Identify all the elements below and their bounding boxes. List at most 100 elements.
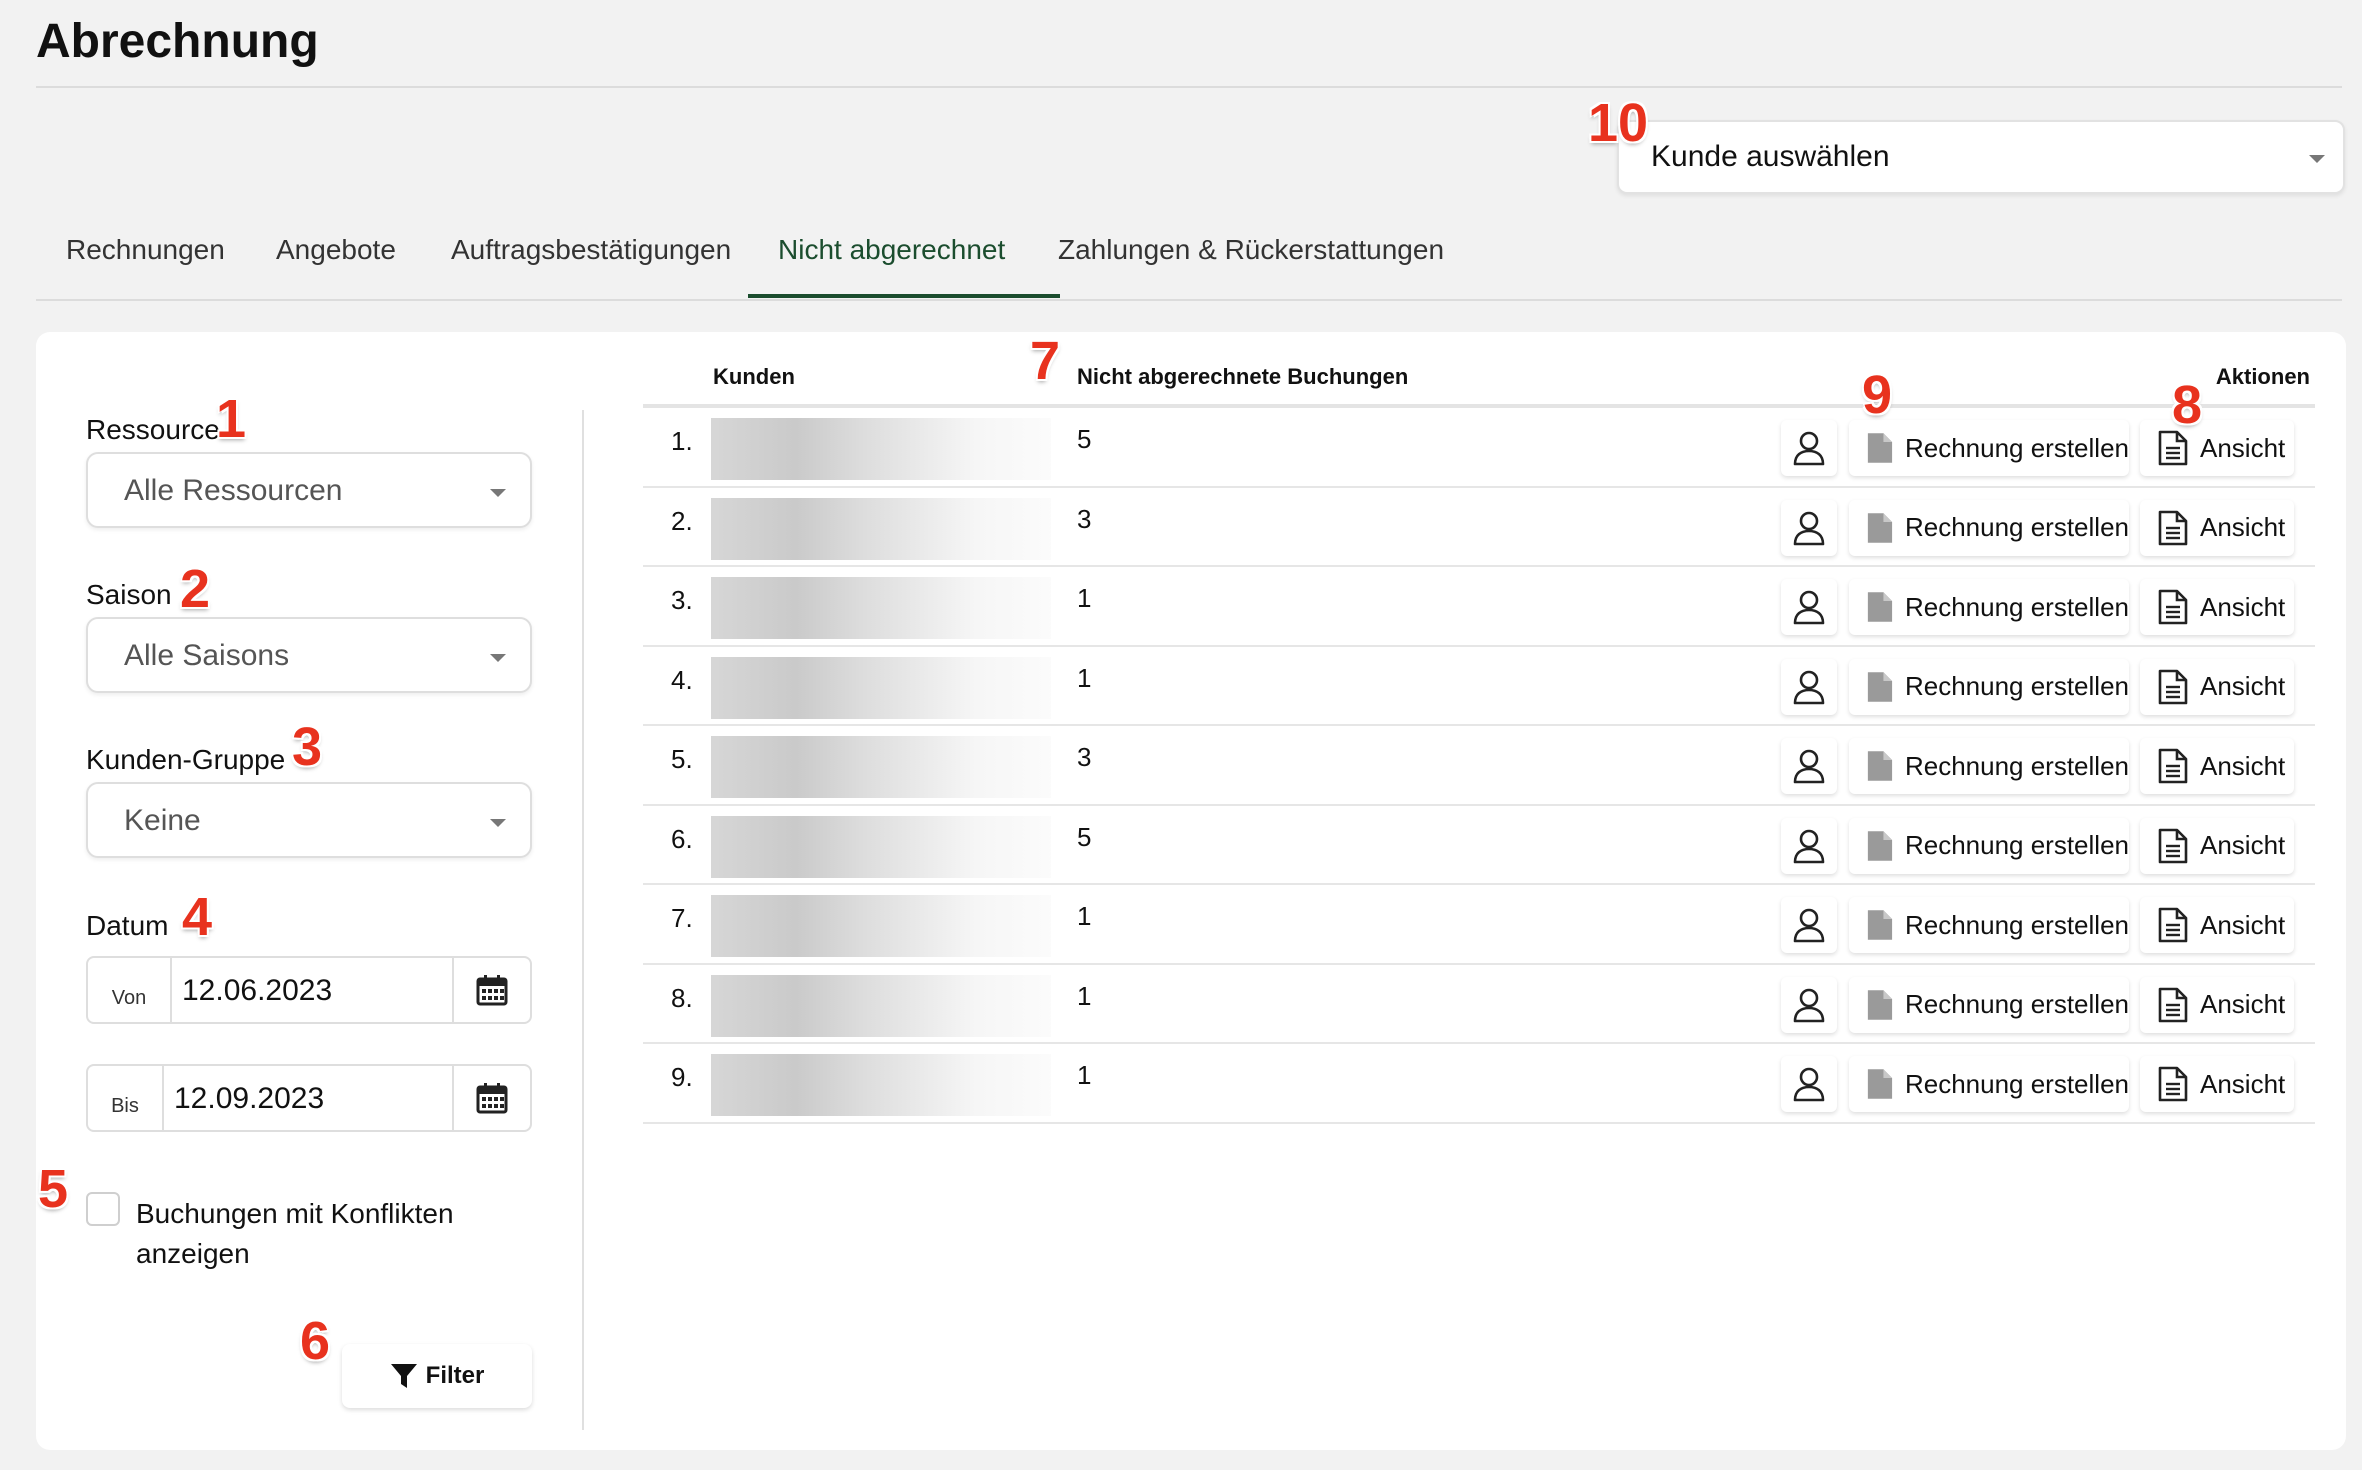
annotation-marker-8: 8 xyxy=(2172,375,2203,435)
customer-profile-button[interactable] xyxy=(1781,1056,1837,1112)
create-invoice-button[interactable]: Rechnung erstellen xyxy=(1849,817,2129,874)
customer-name-redacted xyxy=(711,656,1051,719)
filter-panel-divider xyxy=(582,410,584,1430)
annotation-marker-10: 10 xyxy=(1588,93,1649,153)
create-invoice-label: Rechnung erstellen xyxy=(1904,432,2129,463)
unbilled-count: 1 xyxy=(1077,1060,1092,1090)
resource-select-value: Alle Ressourcen xyxy=(124,474,343,507)
customer-profile-button[interactable] xyxy=(1781,976,1837,1033)
customer-profile-button[interactable] xyxy=(1781,499,1837,556)
view-button[interactable]: Ansicht xyxy=(2140,817,2294,874)
annotation-marker-1: 1 xyxy=(216,389,247,449)
annotation-marker-5: 5 xyxy=(38,1159,69,1219)
row-number: 4. xyxy=(671,664,693,695)
date-from-input[interactable]: 12.06.2023 xyxy=(182,974,332,1008)
document-filled-icon xyxy=(1867,751,1893,781)
table-row: 6. 5 Rechnung erstellen Ansicht xyxy=(643,806,2315,885)
season-select[interactable]: Alle Saisons xyxy=(86,617,532,693)
create-invoice-button[interactable]: Rechnung erstellen xyxy=(1849,1056,2129,1112)
tab-nicht-abgerechnet[interactable]: Nicht abgerechnet xyxy=(778,234,1005,266)
view-button[interactable]: Ansicht xyxy=(2140,1056,2294,1112)
date-to-group: Bis 12.09.2023 xyxy=(86,1064,532,1132)
table-row: 3. 1 Rechnung erstellen Ansicht xyxy=(643,567,2315,647)
view-button[interactable]: Ansicht xyxy=(2140,499,2294,556)
customer-profile-button[interactable] xyxy=(1781,738,1837,794)
view-button[interactable]: Ansicht xyxy=(2140,420,2294,476)
document-lines-icon xyxy=(2158,828,2188,863)
document-filled-icon xyxy=(1867,910,1893,940)
document-filled-icon xyxy=(1867,512,1893,543)
calendar-icon[interactable] xyxy=(452,958,530,1022)
document-filled-icon xyxy=(1867,671,1893,702)
unbilled-count: 1 xyxy=(1077,980,1092,1011)
create-invoice-button[interactable]: Rechnung erstellen xyxy=(1849,579,2129,635)
conflicts-checkbox[interactable] xyxy=(86,1192,120,1226)
view-label: Ansicht xyxy=(2200,671,2286,701)
customer-group-select-value: Keine xyxy=(124,804,201,837)
season-select-value: Alle Saisons xyxy=(124,639,290,672)
tab-auftragsbestaetigungen[interactable]: Auftragsbestätigungen xyxy=(451,234,731,266)
view-button[interactable]: Ansicht xyxy=(2140,738,2294,794)
resource-label: Ressource xyxy=(86,414,220,445)
caret-down-icon xyxy=(490,489,506,497)
document-filled-icon xyxy=(1867,1069,1893,1099)
create-invoice-button[interactable]: Rechnung erstellen xyxy=(1849,420,2129,476)
filter-button[interactable]: Filter xyxy=(342,1344,532,1408)
calendar-icon[interactable] xyxy=(452,1066,530,1130)
create-invoice-button[interactable]: Rechnung erstellen xyxy=(1849,976,2129,1033)
create-invoice-label: Rechnung erstellen xyxy=(1904,909,2129,940)
table-row: 2. 3 Rechnung erstellen Ansicht xyxy=(643,488,2315,567)
row-number: 5. xyxy=(671,744,693,774)
unbilled-count: 1 xyxy=(1077,662,1092,693)
document-lines-icon xyxy=(2158,589,2188,625)
create-invoice-button[interactable]: Rechnung erstellen xyxy=(1849,499,2129,556)
date-to-input[interactable]: 12.09.2023 xyxy=(174,1082,324,1116)
tabs-divider xyxy=(36,299,2342,301)
user-icon xyxy=(1793,670,1825,704)
annotation-marker-4: 4 xyxy=(182,887,213,947)
date-to-prefix: Bis xyxy=(88,1066,164,1130)
customer-select-value: Kunde auswählen xyxy=(1651,140,1890,173)
customer-profile-button[interactable] xyxy=(1781,579,1837,635)
document-lines-icon xyxy=(2158,748,2188,784)
table-row: 7. 1 Rechnung erstellen Ansicht xyxy=(643,885,2315,965)
customer-profile-button[interactable] xyxy=(1781,897,1837,953)
view-button[interactable]: Ansicht xyxy=(2140,897,2294,953)
customer-group-select[interactable]: Keine xyxy=(86,782,532,858)
tab-zahlungen-rueckerstattungen[interactable]: Zahlungen & Rückerstattungen xyxy=(1058,234,1444,266)
tab-angebote[interactable]: Angebote xyxy=(276,234,396,266)
annotation-marker-6: 6 xyxy=(300,1311,331,1371)
view-label: Ansicht xyxy=(2200,750,2286,781)
customer-select[interactable]: Kunde auswählen xyxy=(1617,120,2345,194)
customer-profile-button[interactable] xyxy=(1781,420,1837,476)
create-invoice-label: Rechnung erstellen xyxy=(1904,989,2129,1019)
table-row: 5. 3 Rechnung erstellen Ansicht xyxy=(643,726,2315,806)
filter-icon xyxy=(390,1364,417,1388)
customer-name-redacted xyxy=(711,736,1051,798)
column-header-unbilled: Nicht abgerechnete Buchungen xyxy=(1077,364,1409,389)
customer-profile-button[interactable] xyxy=(1781,658,1837,715)
view-button[interactable]: Ansicht xyxy=(2140,976,2294,1033)
filter-button-label: Filter xyxy=(425,1362,485,1389)
view-button[interactable]: Ansicht xyxy=(2140,658,2294,715)
user-icon xyxy=(1793,829,1825,863)
create-invoice-button[interactable]: Rechnung erstellen xyxy=(1849,897,2129,953)
customer-profile-button[interactable] xyxy=(1781,817,1837,874)
table-row: 1. 5 Rechnung erstellen Ansicht xyxy=(643,408,2315,488)
resource-select[interactable]: Alle Ressourcen xyxy=(86,452,532,528)
create-invoice-button[interactable]: Rechnung erstellen xyxy=(1849,658,2129,715)
document-lines-icon xyxy=(2158,1066,2188,1102)
annotation-marker-7: 7 xyxy=(1030,331,1061,391)
create-invoice-button[interactable]: Rechnung erstellen xyxy=(1849,738,2129,794)
caret-down-icon xyxy=(490,819,506,827)
row-number: 3. xyxy=(671,585,693,615)
caret-down-icon xyxy=(490,654,506,662)
view-button[interactable]: Ansicht xyxy=(2140,579,2294,635)
customer-name-redacted xyxy=(711,418,1051,480)
document-lines-icon xyxy=(2158,907,2188,943)
tab-rechnungen[interactable]: Rechnungen xyxy=(66,234,225,266)
table-body: 1. 5 Rechnung erstellen Ansicht 2. 3 Rec… xyxy=(643,408,2315,1124)
user-icon xyxy=(1793,749,1825,784)
view-label: Ansicht xyxy=(2200,512,2286,542)
user-icon xyxy=(1793,511,1825,545)
